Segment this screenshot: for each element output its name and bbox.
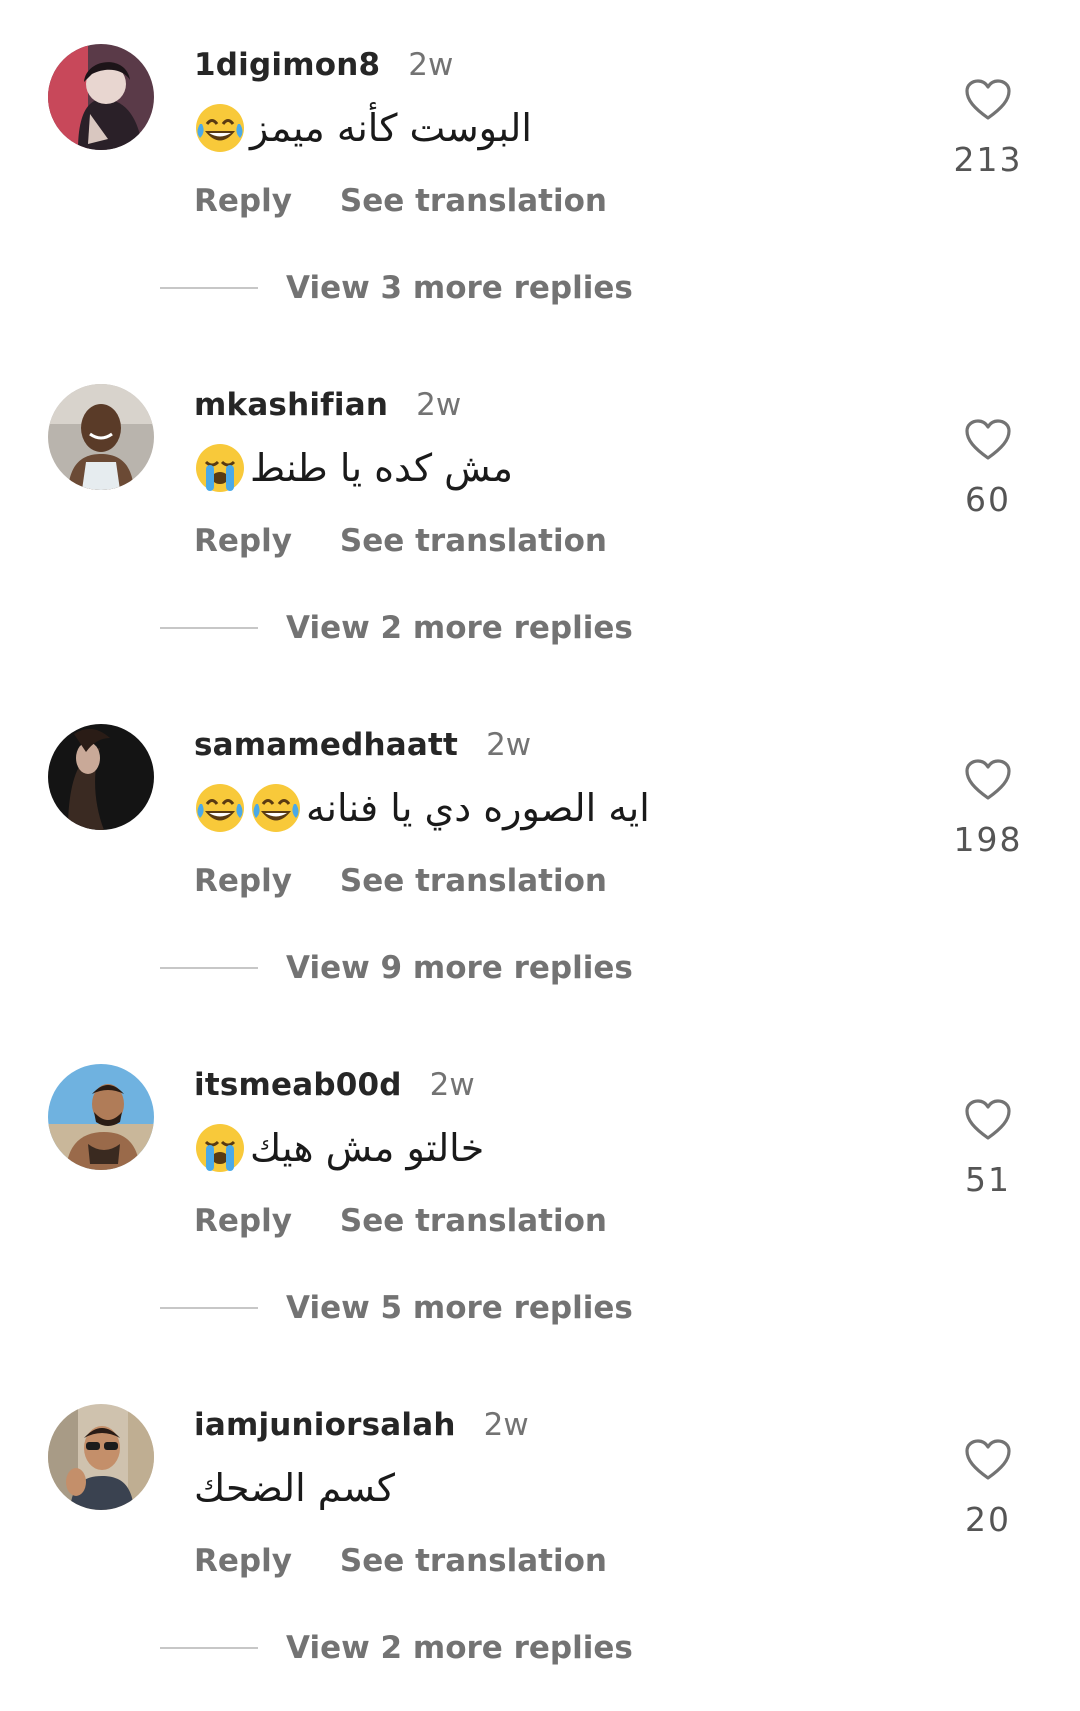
comment-text: كسم الضحك xyxy=(194,1458,395,1518)
username[interactable]: itsmeab00d xyxy=(194,1067,402,1103)
see-translation-button[interactable]: See translation xyxy=(340,863,607,899)
comment-item: samamedhaatt 2w ايه الصوره دي يا فنانه R… xyxy=(0,680,1080,1015)
like-count: 20 xyxy=(965,1500,1011,1539)
reply-button[interactable]: Reply xyxy=(194,523,292,559)
avatar[interactable] xyxy=(48,384,154,490)
comment-timestamp: 2w xyxy=(408,47,454,83)
replies-divider xyxy=(160,287,258,289)
like-count: 213 xyxy=(953,140,1023,179)
face-with-tears-of-joy-emoji xyxy=(250,782,302,834)
reply-button[interactable]: Reply xyxy=(194,1203,292,1239)
view-replies-button[interactable]: View 2 more replies xyxy=(160,1626,633,1670)
reply-button[interactable]: Reply xyxy=(194,183,292,219)
like-count: 51 xyxy=(965,1160,1011,1199)
comment-timestamp: 2w xyxy=(429,1067,475,1103)
view-replies-label: View 2 more replies xyxy=(286,1630,633,1666)
like-control: 213 xyxy=(940,78,1036,179)
avatar[interactable] xyxy=(48,44,154,150)
see-translation-button[interactable]: See translation xyxy=(340,183,607,219)
heart-outline-icon[interactable] xyxy=(964,1098,1012,1142)
comment-body: البوست كأنه ميمز xyxy=(250,106,532,150)
replies-divider xyxy=(160,967,258,969)
loudly-crying-face-emoji xyxy=(194,442,246,494)
comment-item: itsmeab00d 2w خالتو مش هيك Reply See tra… xyxy=(0,1020,1080,1355)
like-control: 51 xyxy=(940,1098,1036,1199)
like-control: 20 xyxy=(940,1438,1036,1539)
comment-body: مش كده يا طنط xyxy=(250,446,513,490)
comment-body: خالتو مش هيك xyxy=(250,1126,485,1170)
avatar[interactable] xyxy=(48,1404,154,1510)
loudly-crying-face-emoji xyxy=(194,1122,246,1174)
avatar[interactable] xyxy=(48,724,154,830)
avatar[interactable] xyxy=(48,1064,154,1170)
replies-divider xyxy=(160,1307,258,1309)
comment-item: mkashifian 2w مش كده يا طنط Reply See tr… xyxy=(0,340,1080,675)
reply-button[interactable]: Reply xyxy=(194,863,292,899)
username[interactable]: mkashifian xyxy=(194,387,388,423)
like-control: 198 xyxy=(940,758,1036,859)
see-translation-button[interactable]: See translation xyxy=(340,523,607,559)
like-count: 198 xyxy=(953,820,1023,859)
view-replies-label: View 9 more replies xyxy=(286,950,633,986)
like-count: 60 xyxy=(965,480,1011,519)
comment-text: مش كده يا طنط xyxy=(194,438,513,498)
view-replies-button[interactable]: View 2 more replies xyxy=(160,606,633,650)
comment-timestamp: 2w xyxy=(483,1407,529,1443)
comment-timestamp: 2w xyxy=(486,727,532,763)
heart-outline-icon[interactable] xyxy=(964,418,1012,462)
view-replies-label: View 3 more replies xyxy=(286,270,633,306)
face-with-tears-of-joy-emoji xyxy=(194,102,246,154)
username[interactable]: 1digimon8 xyxy=(194,47,380,83)
comment-text: خالتو مش هيك xyxy=(194,1118,484,1178)
replies-divider xyxy=(160,1647,258,1649)
replies-divider xyxy=(160,627,258,629)
see-translation-button[interactable]: See translation xyxy=(340,1203,607,1239)
reply-button[interactable]: Reply xyxy=(194,1543,292,1579)
view-replies-button[interactable]: View 5 more replies xyxy=(160,1286,633,1330)
comment-body: ايه الصوره دي يا فنانه xyxy=(306,786,650,830)
heart-outline-icon[interactable] xyxy=(964,1438,1012,1482)
see-translation-button[interactable]: See translation xyxy=(340,1543,607,1579)
view-replies-label: View 2 more replies xyxy=(286,610,633,646)
view-replies-label: View 5 more replies xyxy=(286,1290,633,1326)
comment-text: البوست كأنه ميمز xyxy=(194,98,532,158)
heart-outline-icon[interactable] xyxy=(964,78,1012,122)
view-replies-button[interactable]: View 9 more replies xyxy=(160,946,633,990)
comment-timestamp: 2w xyxy=(416,387,462,423)
view-replies-button[interactable]: View 3 more replies xyxy=(160,266,633,310)
comment-text: ايه الصوره دي يا فنانه xyxy=(194,778,650,838)
username[interactable]: samamedhaatt xyxy=(194,727,458,763)
comment-body: كسم الضحك xyxy=(194,1466,396,1510)
username[interactable]: iamjuniorsalah xyxy=(194,1407,456,1443)
like-control: 60 xyxy=(940,418,1036,519)
heart-outline-icon[interactable] xyxy=(964,758,1012,802)
comment-item: 1digimon8 2w البوست كأنه ميمز Reply See … xyxy=(0,0,1080,335)
comment-item: iamjuniorsalah 2w كسم الضحك Reply See tr… xyxy=(0,1360,1080,1695)
face-with-tears-of-joy-emoji xyxy=(194,782,246,834)
